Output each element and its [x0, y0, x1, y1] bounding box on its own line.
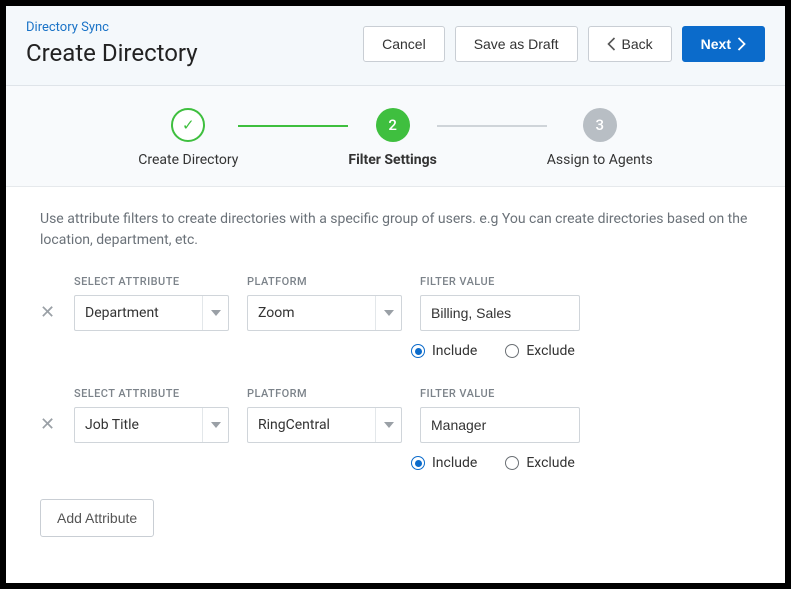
- back-button[interactable]: Back: [588, 26, 672, 62]
- close-icon: ✕: [40, 302, 55, 322]
- platform-select-value: RingCentral: [258, 417, 330, 433]
- attribute-select[interactable]: Job Title: [74, 407, 229, 443]
- radio-icon: [411, 456, 425, 470]
- content-area: Use attribute filters to create director…: [6, 187, 785, 559]
- radio-icon: [505, 456, 519, 470]
- include-exclude-group: Include Exclude: [411, 343, 751, 359]
- next-button[interactable]: Next: [682, 26, 765, 62]
- step-indicator-current: 2: [376, 108, 410, 142]
- chevron-down-icon: [202, 408, 228, 442]
- include-radio[interactable]: Include: [411, 455, 477, 471]
- select-attribute-label: SELECT ATTRIBUTE: [74, 387, 229, 400]
- chevron-down-icon: [375, 296, 401, 330]
- exclude-radio[interactable]: Exclude: [505, 343, 575, 359]
- step-connector: [238, 125, 348, 127]
- filter-value-input[interactable]: [420, 407, 580, 443]
- step-label: Filter Settings: [348, 152, 436, 168]
- exclude-label: Exclude: [526, 455, 575, 471]
- step-label: Assign to Agents: [547, 152, 653, 168]
- cancel-button[interactable]: Cancel: [363, 26, 445, 62]
- filter-description: Use attribute filters to create director…: [40, 209, 751, 251]
- header-actions: Cancel Save as Draft Back Next: [363, 26, 765, 62]
- step-indicator-future: 3: [583, 108, 617, 142]
- platform-select[interactable]: Zoom: [247, 295, 402, 331]
- step-filter-settings: 2 Filter Settings: [348, 108, 436, 168]
- breadcrumb[interactable]: Directory Sync: [26, 20, 198, 35]
- chevron-right-icon: [737, 37, 746, 51]
- filter-value-label: FILTER VALUE: [420, 275, 580, 288]
- chevron-down-icon: [202, 296, 228, 330]
- attribute-select-value: Job Title: [85, 417, 139, 433]
- next-button-label: Next: [701, 36, 731, 52]
- include-exclude-group: Include Exclude: [411, 455, 751, 471]
- step-create-directory: ✓ Create Directory: [138, 108, 238, 168]
- chevron-down-icon: [375, 408, 401, 442]
- chevron-left-icon: [607, 37, 616, 51]
- include-label: Include: [432, 343, 477, 359]
- back-button-label: Back: [622, 36, 653, 52]
- include-label: Include: [432, 455, 477, 471]
- attribute-select-value: Department: [85, 305, 159, 321]
- step-indicator-done: ✓: [171, 108, 205, 142]
- save-draft-button[interactable]: Save as Draft: [455, 26, 578, 62]
- step-label: Create Directory: [138, 152, 238, 168]
- select-attribute-label: SELECT ATTRIBUTE: [74, 275, 229, 288]
- include-radio[interactable]: Include: [411, 343, 477, 359]
- close-icon: ✕: [40, 414, 55, 434]
- page-title: Create Directory: [26, 39, 198, 67]
- exclude-label: Exclude: [526, 343, 575, 359]
- exclude-radio[interactable]: Exclude: [505, 455, 575, 471]
- create-directory-window: Directory Sync Create Directory Cancel S…: [6, 6, 785, 583]
- radio-icon: [411, 344, 425, 358]
- filter-row: ✕ SELECT ATTRIBUTE Department PLATFORM Z…: [40, 275, 751, 331]
- remove-filter-button[interactable]: ✕: [40, 303, 55, 321]
- platform-select[interactable]: RingCentral: [247, 407, 402, 443]
- page-header: Directory Sync Create Directory Cancel S…: [6, 6, 785, 86]
- step-connector: [437, 125, 547, 127]
- filter-value-input[interactable]: [420, 295, 580, 331]
- platform-label: PLATFORM: [247, 275, 402, 288]
- wizard-stepper: ✓ Create Directory 2 Filter Settings 3 A…: [6, 86, 785, 187]
- add-attribute-button[interactable]: Add Attribute: [40, 499, 154, 537]
- filter-row: ✕ SELECT ATTRIBUTE Job Title PLATFORM Ri…: [40, 387, 751, 443]
- filter-value-label: FILTER VALUE: [420, 387, 580, 400]
- platform-label: PLATFORM: [247, 387, 402, 400]
- radio-icon: [505, 344, 519, 358]
- step-assign-agents: 3 Assign to Agents: [547, 108, 653, 168]
- platform-select-value: Zoom: [258, 305, 295, 321]
- attribute-select[interactable]: Department: [74, 295, 229, 331]
- remove-filter-button[interactable]: ✕: [40, 415, 55, 433]
